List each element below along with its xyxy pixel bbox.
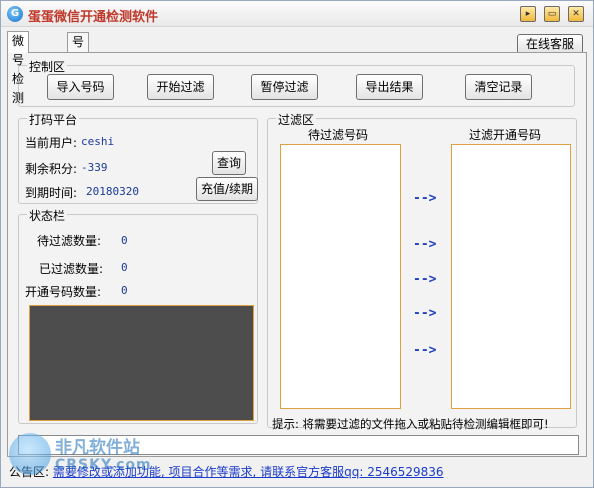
remaining-points-value: -339: [81, 161, 108, 174]
current-user-label: 当前用户:: [25, 136, 78, 150]
pending-count-label: 待过滤数量:: [37, 234, 102, 248]
pause-filter-button[interactable]: 暂停过滤: [251, 74, 318, 100]
recharge-button[interactable]: 充值/续期: [196, 177, 258, 201]
current-user-value: ceshi: [81, 135, 115, 148]
transfer-arrow-3: -->: [413, 272, 437, 287]
expire-time-label: 到期时间:: [25, 186, 78, 200]
filtered-count-value: 0: [121, 261, 128, 274]
filtered-count-label: 已过滤数量:: [39, 262, 104, 276]
watermark-logo: 非凡软件站 CRSKY.com: [9, 427, 169, 485]
export-results-button[interactable]: 导出结果: [356, 74, 423, 100]
watermark-globe-icon: [9, 433, 51, 475]
watermark-text-line1: 非凡软件站: [55, 438, 140, 458]
status-group: 状态栏 待过滤数量: 0 已过滤数量: 0 开通号码数量: 0: [18, 207, 258, 424]
opened-count-label: 开通号码数量:: [25, 285, 102, 299]
expire-time-value: 20180320: [86, 185, 139, 198]
tab-number-generate[interactable]: 号码生成: [67, 32, 90, 106]
pending-numbers-header: 待过滤号码: [308, 128, 369, 142]
import-numbers-button[interactable]: 导入号码: [47, 74, 114, 100]
tab-weixin-check[interactable]: 微号检测: [7, 31, 30, 105]
opened-numbers-header: 过滤开通号码: [469, 128, 542, 142]
remaining-points-label: 剩余积分:: [25, 162, 78, 176]
close-button[interactable]: ✕: [568, 6, 584, 22]
transfer-arrow-1: -->: [413, 191, 437, 206]
transfer-arrow-4: -->: [413, 306, 437, 321]
captcha-platform-group: 打码平台 当前用户: ceshi 剩余积分: -339 到期时间: 201803…: [18, 111, 258, 204]
main-panel: 控制区 导入号码 开始过滤 暂停过滤 导出结果 清空记录 打码平台 当前用户: …: [7, 52, 587, 457]
query-button[interactable]: 查询: [212, 151, 246, 175]
maximize-button[interactable]: ▭: [544, 6, 560, 22]
pending-numbers-textbox[interactable]: [280, 144, 401, 409]
opened-count-value: 0: [121, 284, 128, 297]
watermark-text-line2: CRSKY.com: [55, 457, 152, 473]
control-area-title: 控制区: [27, 58, 68, 75]
app-window: G 蛋蛋微信开通检测软件 ▸ ▭ ✕ 微号检测 号码生成 在线客服 控制区 导入…: [0, 0, 594, 488]
clear-records-button[interactable]: 清空记录: [465, 74, 532, 100]
title-bar[interactable]: G 蛋蛋微信开通检测软件 ▸ ▭ ✕: [1, 1, 593, 27]
control-area-group: 控制区 导入号码 开始过滤 暂停过滤 导出结果 清空记录: [18, 58, 575, 107]
window-title: 蛋蛋微信开通检测软件: [28, 10, 159, 25]
captcha-platform-title: 打码平台: [27, 111, 80, 128]
pending-count-value: 0: [121, 234, 128, 247]
status-group-title: 状态栏: [27, 207, 68, 224]
transfer-arrow-2: -->: [413, 237, 437, 252]
minimize-button[interactable]: ▸: [520, 6, 536, 22]
app-logo-icon: G: [7, 6, 23, 22]
online-service-button[interactable]: 在线客服: [517, 34, 583, 54]
start-filter-button[interactable]: 开始过滤: [147, 74, 214, 100]
filter-area-group: 过滤区 待过滤号码 过滤开通号码 --> --> --> --> --> 提示:…: [267, 111, 577, 431]
opened-numbers-textbox[interactable]: [451, 144, 571, 409]
filter-hint-text: 提示: 将需要过滤的文件拖入或粘贴待检测编辑框即可!: [272, 417, 549, 431]
status-log-box[interactable]: [29, 305, 254, 421]
transfer-arrow-5: -->: [413, 343, 437, 358]
